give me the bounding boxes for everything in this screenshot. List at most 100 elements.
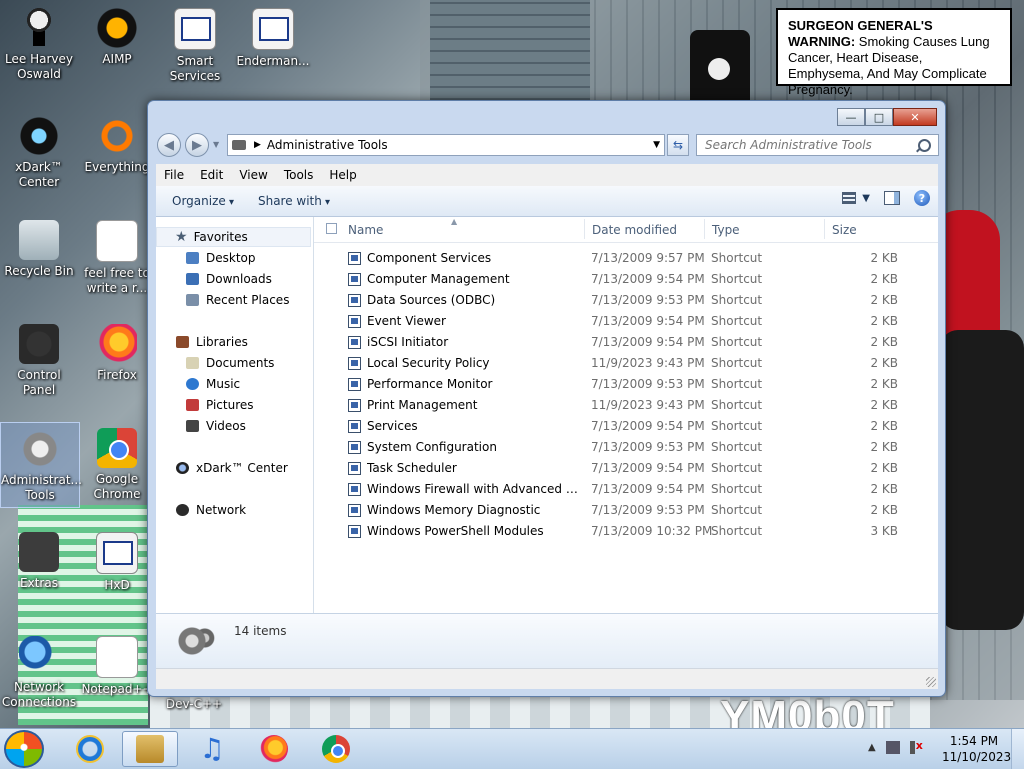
- desktop-icon-extras[interactable]: Extras: [0, 532, 78, 591]
- desktop-icon-firefox[interactable]: Firefox: [78, 324, 156, 383]
- desktop-icon-dev-cpp[interactable]: Dev-C++: [155, 697, 233, 712]
- desktop-icon-enderman[interactable]: Enderman...: [234, 8, 312, 69]
- file-row[interactable]: Print Management 11/9/2023 9:43 PM Shortcu…: [314, 395, 938, 416]
- nav-item-xdark-center[interactable]: xDark™ Center: [156, 458, 288, 478]
- column-header-date-modified[interactable]: Date modified: [592, 223, 677, 237]
- menu-edit[interactable]: Edit: [192, 168, 231, 182]
- nav-item-music[interactable]: Music: [156, 374, 240, 394]
- desktop-icon-control-panel[interactable]: Control Panel: [0, 324, 78, 398]
- start-button[interactable]: [4, 730, 44, 768]
- desktop-icon-aimp[interactable]: AIMP: [78, 8, 156, 67]
- column-divider[interactable]: [824, 219, 825, 239]
- file-row[interactable]: Local Security Policy 11/9/2023 9:43 PM Sh…: [314, 353, 938, 374]
- desktop-icon-network-connections[interactable]: Network Connections: [0, 636, 78, 710]
- close-button[interactable]: ✕: [893, 108, 937, 126]
- volume-muted-icon[interactable]: [909, 739, 924, 754]
- resize-grip-icon[interactable]: [926, 677, 936, 687]
- preview-pane-icon[interactable]: [884, 191, 900, 205]
- file-type: Shortcut: [711, 314, 763, 328]
- nav-item-desktop[interactable]: Desktop: [156, 248, 256, 268]
- desktop-icon-everything[interactable]: Everything: [78, 116, 156, 175]
- nav-item-downloads[interactable]: Downloads: [156, 269, 272, 289]
- menu-file[interactable]: File: [156, 168, 192, 182]
- file-row[interactable]: Services 7/13/2009 9:54 PM Shortcut 2 KB: [314, 416, 938, 437]
- nav-item-favorites[interactable]: ★ Favorites: [156, 227, 311, 247]
- file-row[interactable]: Component Services 7/13/2009 9:57 PM Short…: [314, 248, 938, 269]
- explorer-window[interactable]: — □ ✕ ◀ ▶ ▼ ▶ Administrative Tools ▼ ⇆ F…: [147, 100, 946, 697]
- help-icon[interactable]: ?: [914, 190, 930, 206]
- forward-button[interactable]: ▶: [185, 133, 209, 157]
- desktop-icon-smart-services[interactable]: Smart Services: [156, 8, 234, 84]
- file-row[interactable]: Windows Firewall with Advanced Secu... 7/…: [314, 479, 938, 500]
- nav-item-videos[interactable]: Videos: [156, 416, 246, 436]
- nav-item-documents[interactable]: Documents: [156, 353, 274, 373]
- column-header-size[interactable]: Size: [832, 223, 857, 237]
- menu-tools[interactable]: Tools: [276, 168, 322, 182]
- column-header-name[interactable]: Name: [348, 223, 383, 237]
- desktop-icon-hxd[interactable]: HxD: [78, 532, 156, 593]
- desktop-icon-text-file[interactable]: feel free to write a r...: [78, 220, 156, 296]
- taskbar-windows-explorer[interactable]: [122, 731, 178, 767]
- nav-item-recent-places[interactable]: Recent Places: [156, 290, 289, 310]
- taskbar-music-player[interactable]: ♫: [184, 731, 240, 767]
- back-button[interactable]: ◀: [157, 133, 181, 157]
- nav-item-pictures[interactable]: Pictures: [156, 395, 254, 415]
- desktop-icon-notepad-plus-plus[interactable]: Notepad++: [78, 636, 156, 697]
- nav-item-libraries[interactable]: Libraries: [156, 332, 248, 352]
- taskbar-chrome[interactable]: [308, 731, 364, 767]
- recent-pages-dropdown[interactable]: ▼: [213, 140, 219, 149]
- network-status-icon[interactable]: [885, 741, 900, 754]
- nav-label: xDark™ Center: [196, 461, 288, 475]
- taskbar-firefox[interactable]: [246, 731, 302, 767]
- desktop-icon-lee-harvey-oswald[interactable]: Lee Harvey Oswald: [0, 8, 78, 82]
- breadcrumb-current[interactable]: Administrative Tools: [267, 138, 388, 152]
- column-divider[interactable]: [584, 219, 585, 239]
- file-row[interactable]: Event Viewer 7/13/2009 9:54 PM Shortcut 2 K…: [314, 311, 938, 332]
- search-input[interactable]: [696, 134, 939, 156]
- desktop-icon-google-chrome[interactable]: Google Chrome: [78, 428, 156, 502]
- file-date: 7/13/2009 9:53 PM: [591, 503, 705, 517]
- search-icon[interactable]: [918, 139, 931, 152]
- show-hidden-icons-icon[interactable]: ▲: [868, 742, 876, 753]
- maximize-button[interactable]: □: [865, 108, 893, 126]
- minimize-icon: —: [845, 110, 857, 124]
- column-header-type[interactable]: Type: [712, 223, 740, 237]
- show-desktop-button[interactable]: [1011, 729, 1024, 769]
- desktop-icon-recycle-bin[interactable]: Recycle Bin: [0, 220, 78, 279]
- file-row[interactable]: Computer Management 7/13/2009 9:54 PM Shor…: [314, 269, 938, 290]
- file-row[interactable]: Windows PowerShell Modules 7/13/2009 10:3…: [314, 521, 938, 542]
- nav-item-network[interactable]: Network: [156, 500, 246, 520]
- file-row[interactable]: Data Sources (ODBC) 7/13/2009 9:53 PM Shor…: [314, 290, 938, 311]
- organize-button[interactable]: Organize: [164, 194, 242, 208]
- minimize-button[interactable]: —: [837, 108, 865, 126]
- desktop-icon-label: HxD: [104, 578, 130, 592]
- select-all-checkbox[interactable]: [326, 223, 337, 234]
- address-dropdown-icon[interactable]: ▼: [653, 140, 660, 150]
- column-divider[interactable]: [704, 219, 705, 239]
- file-row[interactable]: Task Scheduler 7/13/2009 9:54 PM Shortcut 2…: [314, 458, 938, 479]
- change-view-icon[interactable]: [842, 192, 857, 204]
- menu-view[interactable]: View: [231, 168, 275, 182]
- menu-help[interactable]: Help: [321, 168, 364, 182]
- address-bar[interactable]: ▶ Administrative Tools ▼: [227, 134, 665, 156]
- share-with-button[interactable]: Share with: [250, 194, 338, 208]
- clock[interactable]: 1:54 PM 11/10/2023: [942, 733, 1011, 765]
- nav-label: Network: [196, 503, 247, 517]
- desktop-icon-label: Dev-C++: [165, 697, 223, 711]
- refresh-button[interactable]: ⇆: [667, 134, 689, 156]
- file-type: Shortcut: [711, 377, 763, 391]
- desktop-icon-label: Firefox: [97, 368, 137, 382]
- desktop-icon-administrative-tools[interactable]: Administrat... Tools: [0, 422, 82, 508]
- view-options-dropdown-icon[interactable]: ▼: [862, 193, 870, 204]
- file-date: 11/9/2023 9:43 PM: [591, 356, 705, 370]
- file-row[interactable]: System Configuration 7/13/2009 9:53 PM Sho…: [314, 437, 938, 458]
- file-row[interactable]: Windows Memory Diagnostic 7/13/2009 9:53 …: [314, 500, 938, 521]
- file-row[interactable]: Performance Monitor 7/13/2009 9:53 PM Shor…: [314, 374, 938, 395]
- nav-label: Recent Places: [206, 293, 290, 307]
- shortcut-icon: [252, 8, 294, 50]
- chevron-down-icon: ▼: [213, 140, 220, 149]
- file-row[interactable]: iSCSI Initiator 7/13/2009 9:54 PM Shortcut…: [314, 332, 938, 353]
- taskbar-internet-explorer[interactable]: [62, 731, 118, 767]
- text-file-icon: [96, 220, 138, 262]
- desktop-icon-xdark-center[interactable]: xDark™ Center: [0, 116, 78, 190]
